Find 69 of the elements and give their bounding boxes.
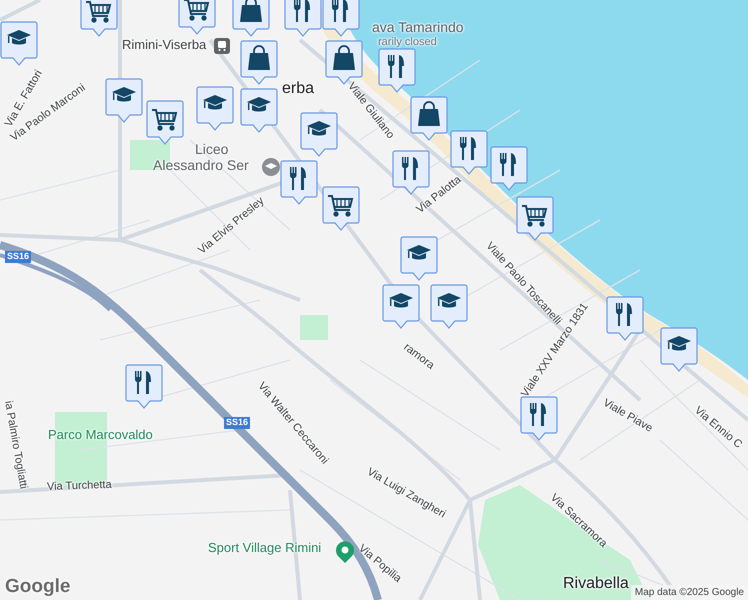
fork-knife-icon [388,55,404,78]
graduation-cap-icon [7,30,31,44]
shopping-bag-icon [333,45,355,70]
graduation-cap-icon [307,121,331,136]
graduation-cap-icon [247,97,271,112]
train-station-icon [214,38,230,54]
graduation-cap-icon [112,87,136,102]
map-marker[interactable] [450,130,488,176]
graduation-cap-icon [667,336,691,350]
poi-note: rarily closed [378,36,437,48]
shopping-cart-icon [184,0,210,21]
fork-knife-icon [290,167,306,190]
map-marker[interactable] [392,150,430,196]
poi-label: Liceo [195,142,228,158]
fork-knife-icon [460,137,476,160]
fork-knife-icon [402,157,418,180]
map-marker[interactable] [0,21,38,67]
shopping-cart-icon [522,205,548,227]
shopping-cart-icon [152,109,178,131]
road-number-badge: SS16 [224,417,250,429]
fork-knife-icon [294,0,310,22]
map-marker[interactable] [125,364,163,410]
shopping-bag-icon [418,101,440,126]
map-marker[interactable] [660,327,698,373]
graduation-cap-icon [437,293,461,308]
fork-knife-icon [500,153,516,176]
shopping-cart-icon [86,1,112,23]
graduation-cap-icon [203,95,227,110]
map-marker[interactable] [196,86,234,132]
shopping-bag-icon [248,45,270,70]
fork-knife-icon [616,303,632,326]
map-marker[interactable] [300,112,338,158]
map-marker[interactable] [284,0,322,38]
map-marker[interactable] [516,196,554,242]
map-marker[interactable] [382,284,420,330]
map-marker[interactable] [410,96,448,142]
town-label: erba [282,80,314,98]
map-marker[interactable] [232,0,270,38]
map-marker[interactable] [240,40,278,86]
poi-label: Alessandro Ser [153,158,249,174]
map-marker[interactable] [606,296,644,342]
map-marker[interactable] [520,396,558,442]
map-marker[interactable] [280,160,318,206]
graduation-cap-icon [407,245,431,260]
google-logo: Google [5,576,70,598]
map-marker[interactable] [400,236,438,282]
map-marker[interactable] [80,0,118,38]
road-number-badge: SS16 [5,251,32,263]
map-marker[interactable] [178,0,216,36]
fork-knife-icon [135,371,151,394]
shopping-bag-icon [240,0,262,22]
fork-knife-icon [530,403,546,426]
street-label: ia Palmiro Togliatti [2,400,30,490]
map-marker[interactable] [240,88,278,134]
fork-knife-icon [332,0,348,22]
map-marker[interactable] [430,284,468,330]
shopping-cart-icon [328,195,354,217]
map-marker[interactable] [322,186,360,232]
map-pin-icon [335,540,355,564]
street-label: Via Turchetta [46,478,112,494]
map-marker[interactable] [105,78,143,124]
park-label: Parco Marcovaldo [48,428,153,442]
graduation-cap-icon [389,293,413,308]
map-marker[interactable] [146,100,184,146]
town-label: Rivabella [563,575,629,593]
park-area [300,315,328,340]
place-label: Rimini-Viserba [122,38,206,52]
poi-label: ava Tamarindo [372,20,464,36]
park-label: Sport Village Rimini [208,541,322,556]
